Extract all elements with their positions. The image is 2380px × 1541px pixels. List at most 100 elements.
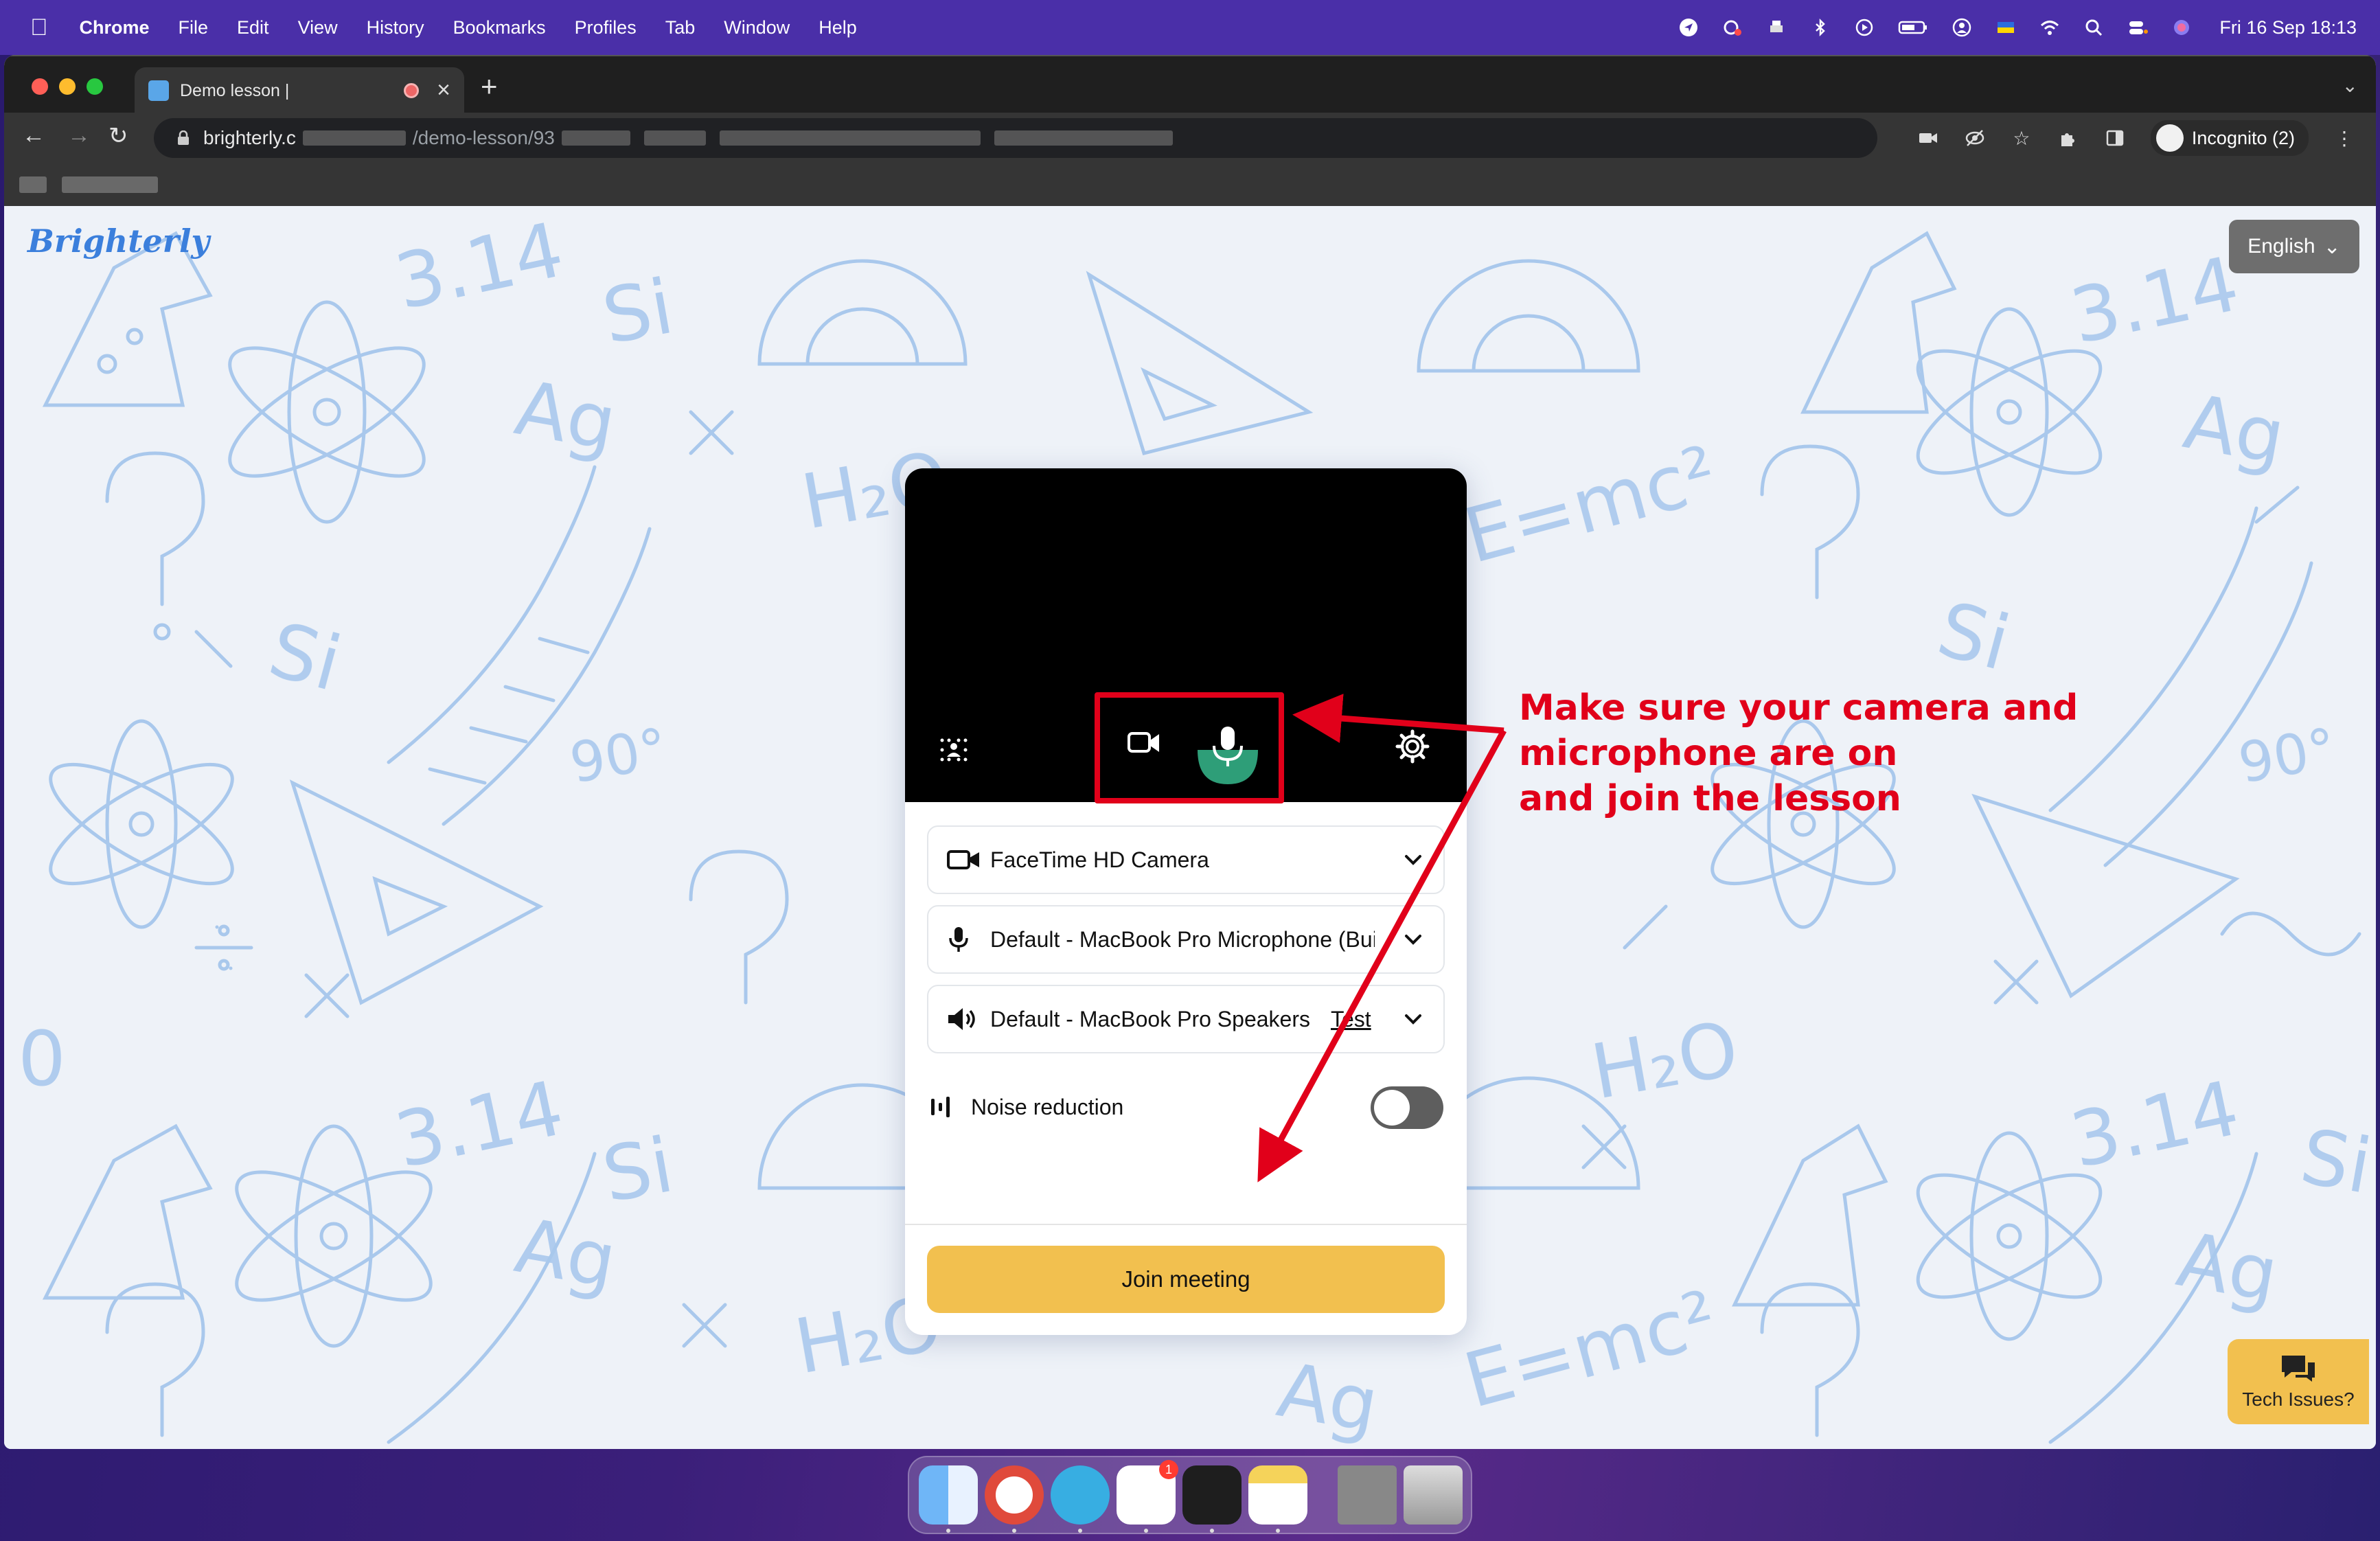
chevron-down-icon — [1405, 855, 1421, 865]
back-arrow-icon[interactable]: ← — [22, 122, 45, 149]
reload-icon[interactable]: ↻ — [108, 122, 128, 150]
forward-arrow-icon[interactable]: → — [67, 122, 91, 149]
language-selector-button[interactable]: English ⌄ — [2229, 220, 2359, 273]
svg-text:Ag: Ag — [1271, 1346, 1384, 1449]
macos-dock: 1 — [908, 1456, 1472, 1534]
user-account-icon[interactable] — [1952, 17, 1972, 38]
toolbar-actions: ☆ Incognito (2) ⋮ — [1917, 118, 2355, 158]
browser-window: Demo lesson | × + ⌄ ← → ↻ brighterly.c /… — [4, 55, 2376, 1449]
tab-demo-lesson[interactable]: Demo lesson | × — [135, 67, 464, 114]
bookmark-redacted[interactable] — [62, 176, 158, 193]
bookmark-redacted[interactable] — [19, 176, 47, 193]
svg-text:Si: Si — [596, 262, 679, 361]
trash-icon[interactable] — [1404, 1465, 1463, 1525]
svg-text:90°: 90° — [565, 716, 672, 796]
menu-history[interactable]: History — [367, 17, 424, 38]
window-controls — [32, 78, 103, 95]
video-camera-icon — [946, 846, 982, 874]
menu-file[interactable]: File — [179, 17, 209, 38]
svg-text:Si: Si — [260, 605, 350, 708]
minimize-window-button[interactable] — [59, 78, 76, 95]
new-tab-button[interactable]: + — [481, 70, 498, 103]
svg-text:3.14: 3.14 — [2063, 1064, 2246, 1185]
chrome-menu-kebab-icon[interactable]: ⋮ — [2333, 127, 2355, 149]
menu-edit[interactable]: Edit — [237, 17, 269, 38]
camera-device-name: FaceTime HD Camera — [990, 847, 1209, 872]
bookmarks-bar — [4, 163, 2376, 206]
menu-bookmarks[interactable]: Bookmarks — [453, 17, 546, 38]
incognito-icon — [2155, 124, 2184, 152]
svg-text:3.14: 3.14 — [2063, 240, 2246, 361]
play-icon[interactable] — [1854, 17, 1875, 38]
side-panel-icon[interactable] — [2104, 127, 2126, 149]
svg-text:Ag: Ag — [2177, 378, 2291, 481]
extensions-puzzle-icon[interactable] — [2057, 127, 2079, 149]
close-tab-icon[interactable]: × — [437, 77, 450, 104]
figma-icon[interactable] — [1182, 1465, 1242, 1525]
telegram-icon[interactable] — [1051, 1465, 1110, 1525]
tech-issues-button[interactable]: Tech Issues? — [2228, 1339, 2369, 1424]
url-redacted — [643, 130, 706, 146]
noise-reduction-label: Noise reduction — [971, 1094, 1124, 1119]
menu-tab[interactable]: Tab — [665, 17, 696, 38]
join-meeting-button[interactable]: Join meeting — [927, 1246, 1445, 1313]
zoom-window-button[interactable] — [87, 78, 103, 95]
camera-mic-highlight-box — [1095, 692, 1284, 803]
chat-bubbles-icon — [2282, 1356, 2315, 1382]
incognito-profile-button[interactable]: Incognito (2) — [2150, 120, 2309, 156]
prejoin-card: FaceTime HD Camera Default - MacBook Pro… — [905, 468, 1467, 1335]
url-redacted — [994, 130, 1173, 146]
apple-menu-icon[interactable]:  — [30, 14, 48, 41]
settings-gear-icon[interactable] — [1395, 729, 1430, 764]
battery-icon[interactable] — [1898, 17, 1928, 38]
close-window-button[interactable] — [32, 78, 48, 95]
microphone-icon — [946, 926, 982, 953]
creative-cloud-icon[interactable] — [1722, 17, 1743, 38]
svg-text:Ag: Ag — [509, 364, 622, 468]
menu-profiles[interactable]: Profiles — [575, 17, 637, 38]
tab-search-chevron-icon[interactable]: ⌄ — [2342, 74, 2358, 97]
noise-reduction-toggle[interactable] — [1371, 1086, 1443, 1129]
menu-help[interactable]: Help — [819, 17, 857, 38]
menu-window[interactable]: Window — [724, 17, 790, 38]
siri-icon[interactable] — [2171, 17, 2192, 38]
svg-text:Si: Si — [1929, 584, 2018, 687]
microphone-select[interactable]: Default - MacBook Pro Microphone (Buil — [927, 905, 1445, 974]
speaker-select[interactable]: Default - MacBook Pro Speakers Test — [927, 985, 1445, 1053]
audio-waveform-icon — [931, 1097, 950, 1117]
spotlight-search-icon[interactable] — [2083, 17, 2104, 38]
svg-text:E=mc²: E=mc² — [1456, 429, 1726, 580]
chevron-down-icon: ⌄ — [2323, 235, 2341, 258]
svg-text:H₂O: H₂O — [1585, 1004, 1744, 1116]
printer-icon[interactable] — [1766, 17, 1787, 38]
running-indicator — [1210, 1529, 1214, 1533]
speaker-test-link[interactable]: Test — [1331, 1007, 1371, 1032]
menu-bar:  Chrome File Edit View History Bookmark… — [0, 0, 2380, 55]
address-bar[interactable]: brighterly.c /demo-lesson/93 — [154, 118, 1877, 158]
wifi-icon[interactable] — [2039, 17, 2060, 38]
svg-text:Si: Si — [596, 1121, 679, 1219]
lock-icon[interactable] — [177, 130, 190, 146]
running-indicator — [1078, 1529, 1082, 1533]
running-indicator — [1276, 1529, 1280, 1533]
finder-icon[interactable] — [919, 1465, 978, 1525]
camera-select[interactable]: FaceTime HD Camera — [927, 825, 1445, 894]
location-arrow-icon[interactable] — [1678, 17, 1699, 38]
menu-app-name[interactable]: Chrome — [80, 17, 150, 38]
brighterly-logo[interactable]: Brighterly — [27, 222, 209, 260]
tracking-blocked-eye-icon[interactable] — [1964, 127, 1986, 149]
language-label: English — [2247, 235, 2315, 258]
keyboard-flag-icon[interactable] — [1995, 17, 2016, 38]
background-blur-icon[interactable] — [938, 736, 970, 764]
chevron-down-icon — [1405, 935, 1421, 945]
control-center-icon[interactable] — [2127, 17, 2149, 38]
screenshot-icon[interactable] — [1338, 1465, 1397, 1525]
microphone-device-name: Default - MacBook Pro Microphone (Buil — [990, 926, 1375, 952]
bookmark-star-icon[interactable]: ☆ — [2011, 127, 2033, 149]
bluetooth-icon[interactable] — [1810, 17, 1831, 38]
chrome-icon[interactable] — [985, 1465, 1044, 1525]
menu-view[interactable]: View — [298, 17, 338, 38]
notes-icon[interactable] — [1248, 1465, 1307, 1525]
camera-in-use-icon[interactable] — [1917, 127, 1939, 149]
menubar-clock[interactable]: Fri 16 Sep 18:13 — [2219, 17, 2357, 38]
